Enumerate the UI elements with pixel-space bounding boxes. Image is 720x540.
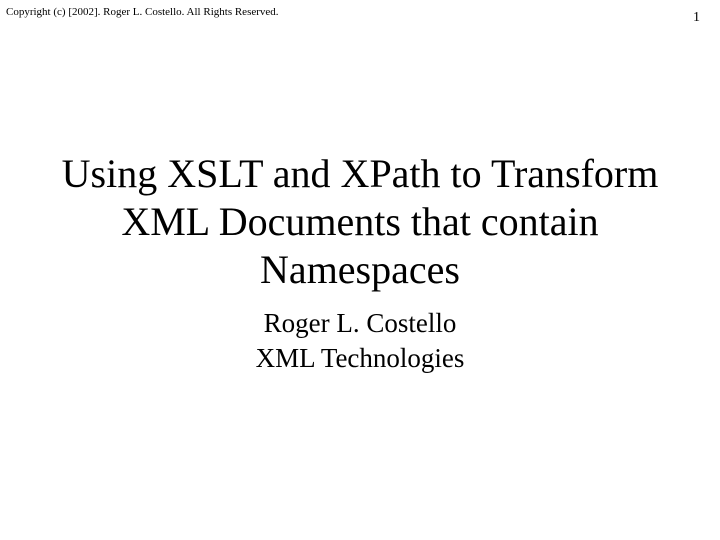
author-name: Roger L. Costello [0,306,720,341]
slide-title: Using XSLT and XPath to Transform XML Do… [0,150,720,294]
organization-name: XML Technologies [0,341,720,376]
slide-content: Using XSLT and XPath to Transform XML Do… [0,150,720,376]
page-number: 1 [693,10,700,26]
copyright-notice: Copyright (c) [2002]. Roger L. Costello.… [6,6,279,18]
